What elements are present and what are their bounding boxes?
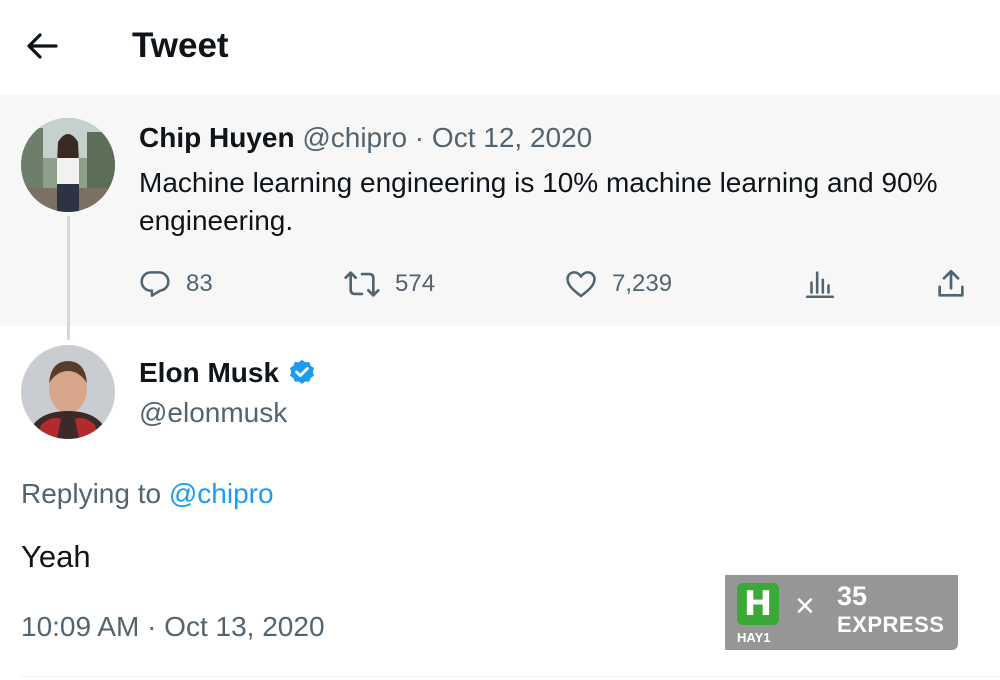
verified-badge-icon <box>287 358 317 388</box>
tweet-timestamp[interactable]: 10:09 AM · Oct 13, 2020 <box>21 610 325 644</box>
author-name-row: Elon Musk <box>139 356 317 390</box>
quoted-tweet-header: Chip Huyen @chipro · Oct 12, 2020 <box>139 121 592 155</box>
replying-to: Replying to @chipro <box>21 477 274 511</box>
quoted-meta-separator: · <box>407 122 432 153</box>
replying-prefix: Replying to <box>21 478 169 509</box>
share-icon <box>938 269 964 297</box>
retweet-icon <box>344 271 380 297</box>
reply-button[interactable]: 83 <box>138 264 213 304</box>
tweet-text: Yeah <box>21 539 91 574</box>
quoted-author-name[interactable]: Chip Huyen <box>139 122 295 153</box>
watermark-logo: H <box>737 583 779 625</box>
share-button[interactable] <box>934 264 968 304</box>
author-handle[interactable]: @elonmusk <box>139 396 287 430</box>
avatar-elon-musk[interactable] <box>21 345 115 439</box>
views-icon <box>805 271 835 299</box>
like-button[interactable]: 7,239 <box>564 264 672 304</box>
author-name[interactable]: Elon Musk <box>139 356 279 390</box>
thread-connector-line <box>67 216 70 340</box>
retweet-count: 574 <box>395 270 436 297</box>
back-arrow-icon <box>27 33 58 59</box>
watermark-logo-caption: HAY1 <box>737 630 771 645</box>
watermark: H HAY1 × 35 EXPRESS <box>725 575 958 650</box>
retweet-button[interactable]: 574 <box>343 264 435 304</box>
like-icon <box>566 271 596 298</box>
quoted-tweet-text: Machine learning engineering is 10% mach… <box>139 167 938 236</box>
quoted-tweet-date[interactable]: Oct 12, 2020 <box>432 122 592 153</box>
analytics-button[interactable] <box>803 264 837 304</box>
watermark-number: 35 <box>837 581 868 611</box>
replying-to-mention[interactable]: @chipro <box>169 478 274 509</box>
avatar-chip-huyen[interactable] <box>21 118 115 212</box>
header: Tweet <box>0 0 1000 92</box>
reply-icon <box>140 271 170 297</box>
back-button[interactable] <box>20 24 64 68</box>
watermark-text: EXPRESS <box>837 612 945 637</box>
page-title: Tweet <box>132 26 229 65</box>
like-count: 7,239 <box>612 270 673 297</box>
divider <box>21 676 1000 677</box>
quoted-author-handle[interactable]: @chipro <box>302 122 407 153</box>
watermark-cross: × <box>795 587 815 625</box>
reply-count: 83 <box>186 270 213 297</box>
